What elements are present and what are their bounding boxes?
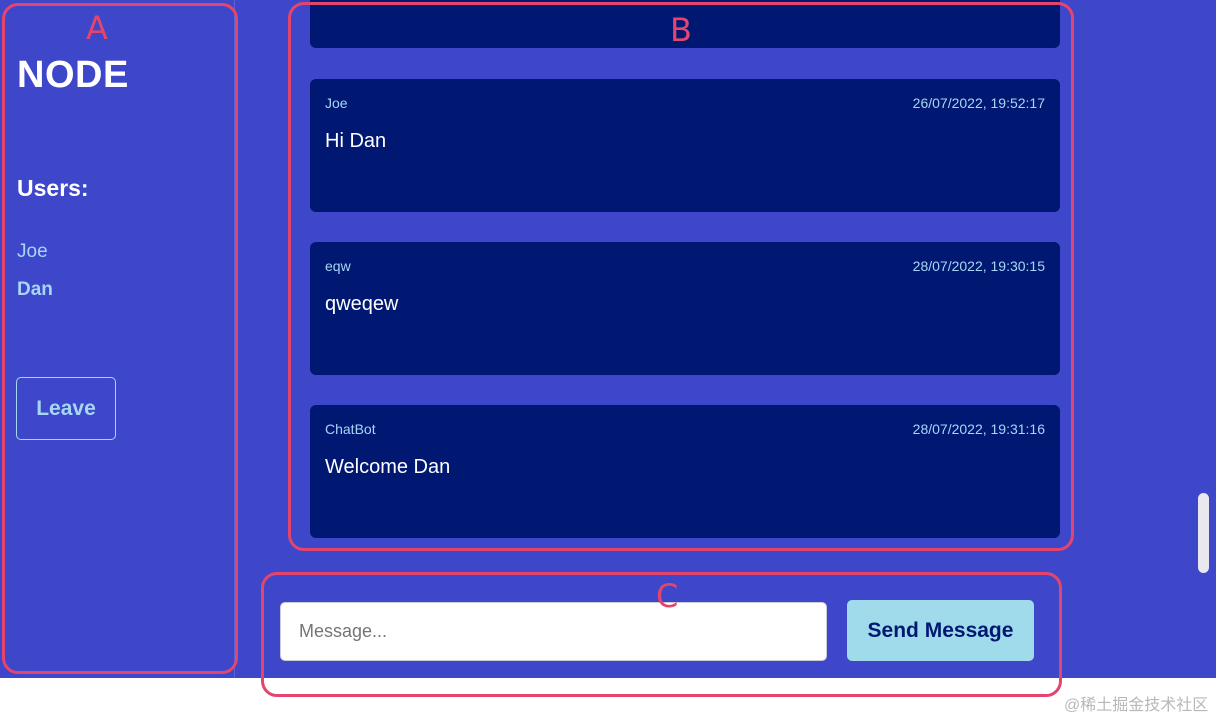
watermark: @稀土掘金技术社区 [1064,697,1209,714]
annotation-label-c: C [656,577,679,615]
scrollbar-thumb[interactable] [1198,493,1209,573]
leave-button[interactable]: Leave [16,377,116,440]
message-user: ChatBot [325,421,376,437]
user-list: Joe Dan [17,240,53,316]
message-time: 26/07/2022, 19:52:17 [912,95,1045,111]
message-text: Hi Dan [325,130,387,152]
message-input[interactable] [280,602,827,661]
chat-app: NODE Users: Joe Dan Leave Joe 26/07/2022… [0,0,1216,678]
message-meta: Joe 26/07/2022, 19:52:17 [325,95,1045,111]
room-title: NODE [17,54,129,96]
message: Joe 26/07/2022, 19:52:17 Hi Dan [310,79,1060,212]
annotation-label-a: A [86,9,108,47]
message-meta: ChatBot 28/07/2022, 19:31:16 [325,421,1045,437]
message: ChatBot 28/07/2022, 19:31:16 Welcome Dan [310,405,1060,538]
annotation-label-b: B [670,11,692,49]
message-meta: eqw 28/07/2022, 19:30:15 [325,258,1045,274]
chat-messages[interactable]: Joe 26/07/2022, 19:52:17 Hi Dan eqw 28/0… [310,0,1060,545]
sidebar: NODE Users: Joe Dan Leave [0,0,235,678]
message-time: 28/07/2022, 19:31:16 [912,421,1045,437]
message-user: eqw [325,258,351,274]
user-item: Joe [17,241,48,262]
message-text: Welcome Dan [325,456,451,478]
users-heading: Users: [17,175,89,201]
message-text: qweqew [325,293,399,315]
message-user: Joe [325,95,348,111]
message: eqw 28/07/2022, 19:30:15 qweqew [310,242,1060,375]
send-message-button[interactable]: Send Message [847,600,1034,661]
message-time: 28/07/2022, 19:30:15 [912,258,1045,274]
user-item-current: Dan [17,279,53,300]
